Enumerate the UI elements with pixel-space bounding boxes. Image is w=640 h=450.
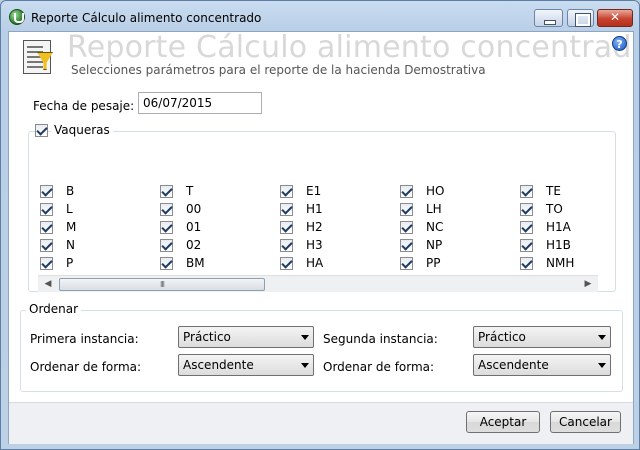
cow-label: HA (306, 256, 324, 270)
title-bar[interactable]: Reporte Cálculo alimento concentrado (1, 1, 639, 31)
second-instance-label: Segunda instancia: (323, 332, 438, 346)
close-button[interactable] (597, 9, 633, 27)
cow-label: 02 (186, 238, 202, 252)
cow-checkbox[interactable] (520, 239, 533, 252)
cow-label: NP (426, 238, 443, 252)
cow-checkbox[interactable] (40, 239, 53, 252)
app-icon (9, 9, 25, 25)
cow-label: L (66, 202, 73, 216)
cow-checkbox[interactable] (160, 257, 173, 270)
cows-all-checkbox[interactable] (35, 124, 48, 137)
cow-label: H2 (306, 220, 323, 234)
cow-checkbox[interactable] (400, 221, 413, 234)
cow-checkbox[interactable] (280, 257, 293, 270)
weigh-date-input[interactable]: 06/07/2015 (138, 92, 262, 114)
weigh-date-label: Fecha de pesaje: (33, 99, 135, 113)
help-icon[interactable]: ? (612, 36, 627, 51)
cow-checkbox[interactable] (280, 185, 293, 198)
window-title: Reporte Cálculo alimento concentrado (31, 11, 262, 25)
report-filter-icon (23, 40, 51, 74)
scroll-thumb[interactable]: III (59, 278, 265, 291)
first-instance-value: Práctico (183, 330, 231, 344)
cow-checkbox[interactable] (40, 257, 53, 270)
cow-checkbox[interactable] (160, 239, 173, 252)
cow-checkbox[interactable] (520, 203, 533, 216)
cow-checkbox[interactable] (160, 203, 173, 216)
report-window: Reporte Cálculo alimento concentrado Rep… (0, 0, 640, 450)
chevron-down-icon (301, 363, 309, 368)
cow-label: BM (186, 256, 205, 270)
cow-checkbox[interactable] (160, 185, 173, 198)
cow-checkbox[interactable] (280, 203, 293, 216)
cow-label: H1A (546, 220, 571, 234)
cow-label: 01 (186, 220, 202, 234)
scroll-right-icon[interactable]: ▶ (580, 276, 596, 293)
dialog-client: Reporte Cálculo alimento concentrado Sel… (8, 31, 634, 444)
cow-checkbox[interactable] (520, 221, 533, 234)
cow-label: LH (426, 202, 442, 216)
second-order-value: Ascendente (478, 358, 549, 372)
parameters-form: Fecha de pesaje: 06/07/2015 Vaqueras BLM… (9, 84, 633, 402)
first-order-value: Ascendente (183, 358, 254, 372)
cancel-button[interactable]: Cancelar (550, 411, 621, 433)
cow-label: H1 (306, 202, 323, 216)
header-title: Reporte Cálculo alimento concentrado (67, 32, 633, 65)
sort-group-label: Ordenar (26, 302, 82, 316)
cow-checkbox[interactable] (280, 239, 293, 252)
cow-checkbox[interactable] (40, 221, 53, 234)
cow-label: PP (426, 256, 441, 270)
cow-label: B (66, 184, 75, 198)
first-instance-select[interactable]: Práctico (178, 326, 314, 348)
maximize-button[interactable] (567, 9, 594, 27)
first-instance-label: Primera instancia: (30, 332, 139, 346)
cow-label: N (66, 238, 75, 252)
sort-group (20, 310, 623, 392)
cow-checkbox[interactable] (400, 203, 413, 216)
cows-group-label: Vaqueras (51, 123, 113, 137)
cow-checkbox[interactable] (40, 203, 53, 216)
cow-label: 00 (186, 202, 202, 216)
cow-checkbox[interactable] (400, 239, 413, 252)
cow-label: P (66, 256, 74, 270)
header-subtitle: Selecciones parámetros para el reporte d… (71, 63, 486, 77)
first-order-label: Ordenar de forma: (30, 360, 142, 374)
cow-checkbox[interactable] (160, 221, 173, 234)
cow-label: HO (426, 184, 445, 198)
cow-label: TO (546, 202, 563, 216)
scroll-left-icon[interactable]: ◀ (40, 276, 56, 293)
cow-checkbox[interactable] (40, 185, 53, 198)
cow-checkbox[interactable] (520, 185, 533, 198)
cow-label: E1 (306, 184, 322, 198)
chevron-down-icon (598, 335, 606, 340)
chevron-down-icon (301, 335, 309, 340)
cow-checkbox[interactable] (400, 257, 413, 270)
second-instance-value: Práctico (478, 330, 526, 344)
cow-label: TE (546, 184, 561, 198)
second-instance-select[interactable]: Práctico (473, 326, 611, 348)
cow-checkbox[interactable] (280, 221, 293, 234)
second-order-label: Ordenar de forma: (323, 360, 435, 374)
dialog-header: Reporte Cálculo alimento concentrado Sel… (9, 32, 633, 84)
second-order-select[interactable]: Ascendente (473, 354, 611, 376)
accept-button[interactable]: Aceptar (466, 411, 540, 433)
cow-checkbox[interactable] (520, 257, 533, 270)
minimize-button[interactable] (534, 9, 563, 27)
dialog-footer: Aceptar Cancelar (9, 402, 633, 444)
cows-horizontal-scrollbar[interactable]: ◀ III ▶ (38, 275, 598, 292)
cow-checkbox[interactable] (400, 185, 413, 198)
cow-label: M (66, 220, 77, 234)
cow-label: H1B (546, 238, 571, 252)
chevron-down-icon (598, 363, 606, 368)
cow-label: T (186, 184, 194, 198)
first-order-select[interactable]: Ascendente (178, 354, 314, 376)
cow-label: NMH (546, 256, 575, 270)
cow-label: NC (426, 220, 444, 234)
cow-label: H3 (306, 238, 323, 252)
